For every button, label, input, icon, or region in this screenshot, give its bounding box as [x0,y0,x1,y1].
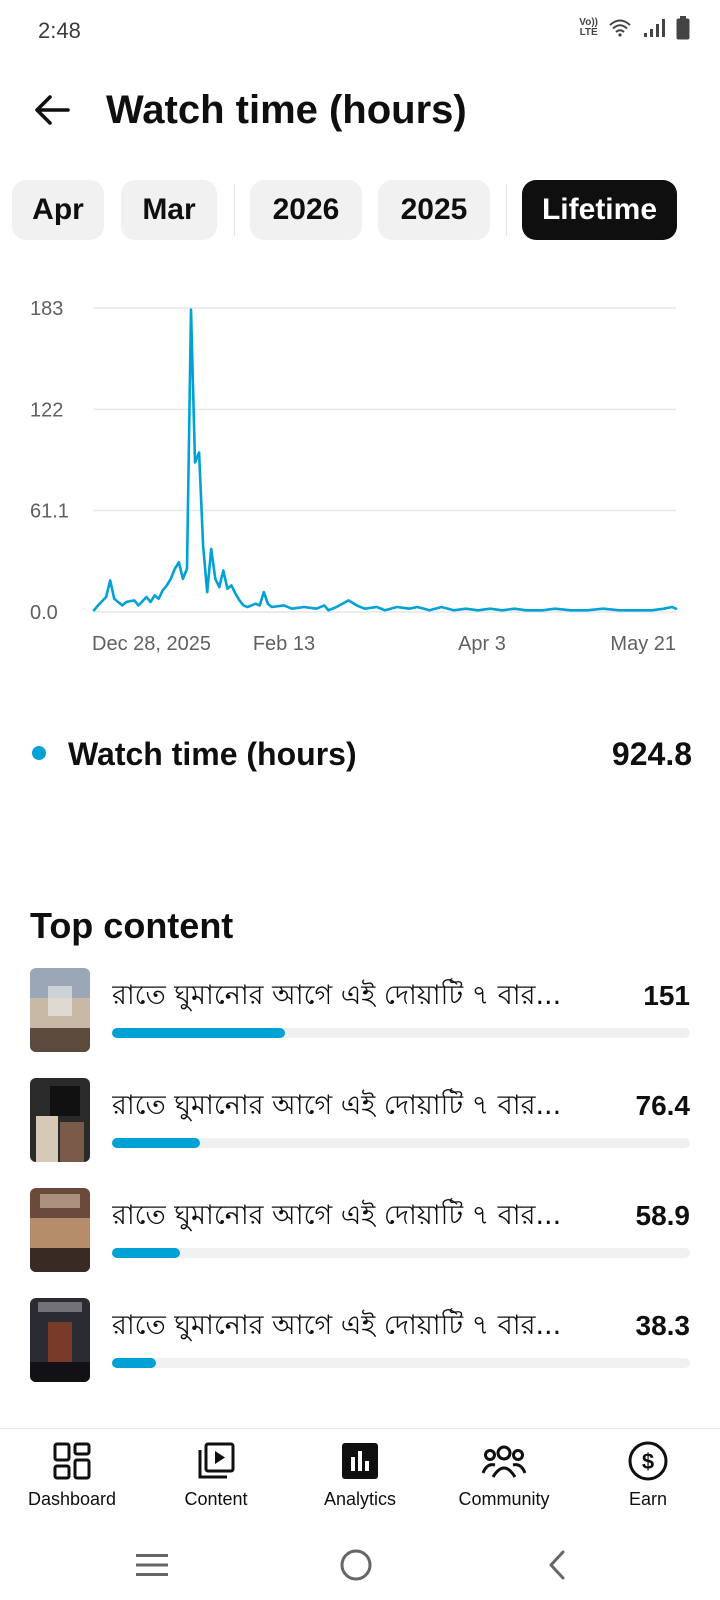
legend-label: Watch time (hours) [68,736,357,772]
nav-label: Earn [628,1489,668,1509]
chip-lifetime[interactable]: Lifetime [522,180,677,240]
top-content-title: Top content [30,905,234,946]
content-title: রাতে ঘুমানোর আগে এই দোয়াটি ৭ বার... [112,980,562,1011]
nav-label: Content [184,1489,248,1509]
content-value: 76.4 [635,1090,691,1121]
legend-dot [32,746,46,760]
nav-community[interactable]: Community [432,1439,576,1519]
nav-analytics[interactable]: Analytics [288,1439,432,1519]
chip-mar[interactable]: Mar [121,180,217,240]
status-icons: Vo)) LTE [579,16,690,40]
content-row[interactable]: রাতে ঘুমানোর আগে এই দোয়াটি ৭ বার... 151 [30,968,690,1052]
chart-legend: Watch time (hours) 924.8 [28,730,692,780]
y-tick-label: 183 [30,298,63,320]
content-bar-fill [112,1358,157,1368]
chip-apr[interactable]: Apr [12,180,104,240]
content-row[interactable]: রাতে ঘুমানোর আগে এই দোয়াটি ৭ বার... 58.… [30,1188,690,1272]
y-tick-label: 61.1 [30,501,69,523]
back-button[interactable] [26,84,78,136]
page-title: Watch time (hours) [106,88,467,132]
content-bar-track [112,1028,690,1038]
video-thumbnail [30,968,90,1052]
home-button[interactable] [326,1540,386,1590]
chip-divider [506,184,507,236]
video-thumbnail [30,1298,90,1382]
x-tick-label: Dec 28, 2025 [92,633,211,655]
nav-label: Community [458,1489,550,1509]
back-chevron-icon [549,1550,565,1580]
content-title: রাতে ঘুমানোর আগে এই দোয়াটি ৭ বার... [112,1200,562,1231]
content-title: রাতে ঘুমানোর আগে এই দোয়াটি ৭ বার... [112,1310,562,1341]
period-chips: Apr Mar 2026 2025 Lifetime [12,180,712,240]
chip-2026[interactable]: 2026 [250,180,362,240]
home-icon [340,1549,372,1581]
watch-time-chart: 183 122 61.1 0.0 Dec 28, 2025 Feb 13 Apr 3 May … [30,298,678,655]
y-tick-label: 0.0 [30,602,58,624]
content-value: 151 [643,980,690,1011]
community-icon [482,1439,526,1483]
battery-icon [676,16,690,40]
analytics-icon [338,1439,382,1483]
x-tick-label: Feb 13 [253,633,315,655]
content-icon [194,1439,238,1483]
content-bar-track [112,1138,690,1148]
content-bar-fill [112,1028,286,1038]
nav-earn[interactable]: $ Earn [576,1439,720,1519]
x-tick-label: May 21 [610,633,676,655]
content-value: 58.9 [635,1200,691,1231]
menu-icon [136,1554,168,1576]
video-thumbnail [30,1078,90,1162]
recents-button[interactable] [122,1540,182,1590]
status-time: 2:48 [38,18,81,43]
chip-2025[interactable]: 2025 [378,180,490,240]
bottom-nav: Dashboard Content Analytics Community $ … [0,1428,720,1529]
status-bar: 2:48 Vo)) LTE [0,0,720,62]
series-line-watch-time [92,308,678,612]
earn-icon: $ [626,1439,670,1483]
video-thumbnail [30,1188,90,1272]
nav-label: Analytics [323,1489,397,1509]
back-system-button[interactable] [528,1540,588,1590]
arrow-left-icon [35,95,70,125]
content-row[interactable]: রাতে ঘুমানোর আগে এই দোয়াটি ৭ বার... 38.… [30,1298,690,1382]
nav-label: Dashboard [27,1489,117,1509]
svg-text:$: $ [642,1449,654,1474]
x-tick-label: Apr 3 [458,633,506,655]
content-bar-track [112,1358,690,1368]
y-tick-label: 122 [30,399,63,421]
nav-dashboard[interactable]: Dashboard [0,1439,144,1519]
dashboard-icon [50,1439,94,1483]
chip-divider [234,184,235,236]
content-title: রাতে ঘুমানোর আগে এই দোয়াটি ৭ বার... [112,1090,562,1121]
content-bar-fill [112,1248,180,1258]
content-row[interactable]: রাতে ঘুমানোর আগে এই দোয়াটি ৭ বার... 76.… [30,1078,690,1162]
content-bar-track [112,1248,690,1258]
content-value: 38.3 [635,1310,691,1341]
signal-icon [644,19,665,37]
system-nav-bar [0,1528,720,1600]
legend-total-value: 924.8 [611,736,692,772]
wifi-icon [609,19,631,37]
app-header: Watch time (hours) [0,70,720,146]
volte-icon: Vo)) LTE [579,17,598,38]
content-bar-fill [112,1138,200,1148]
nav-content[interactable]: Content [144,1439,288,1519]
